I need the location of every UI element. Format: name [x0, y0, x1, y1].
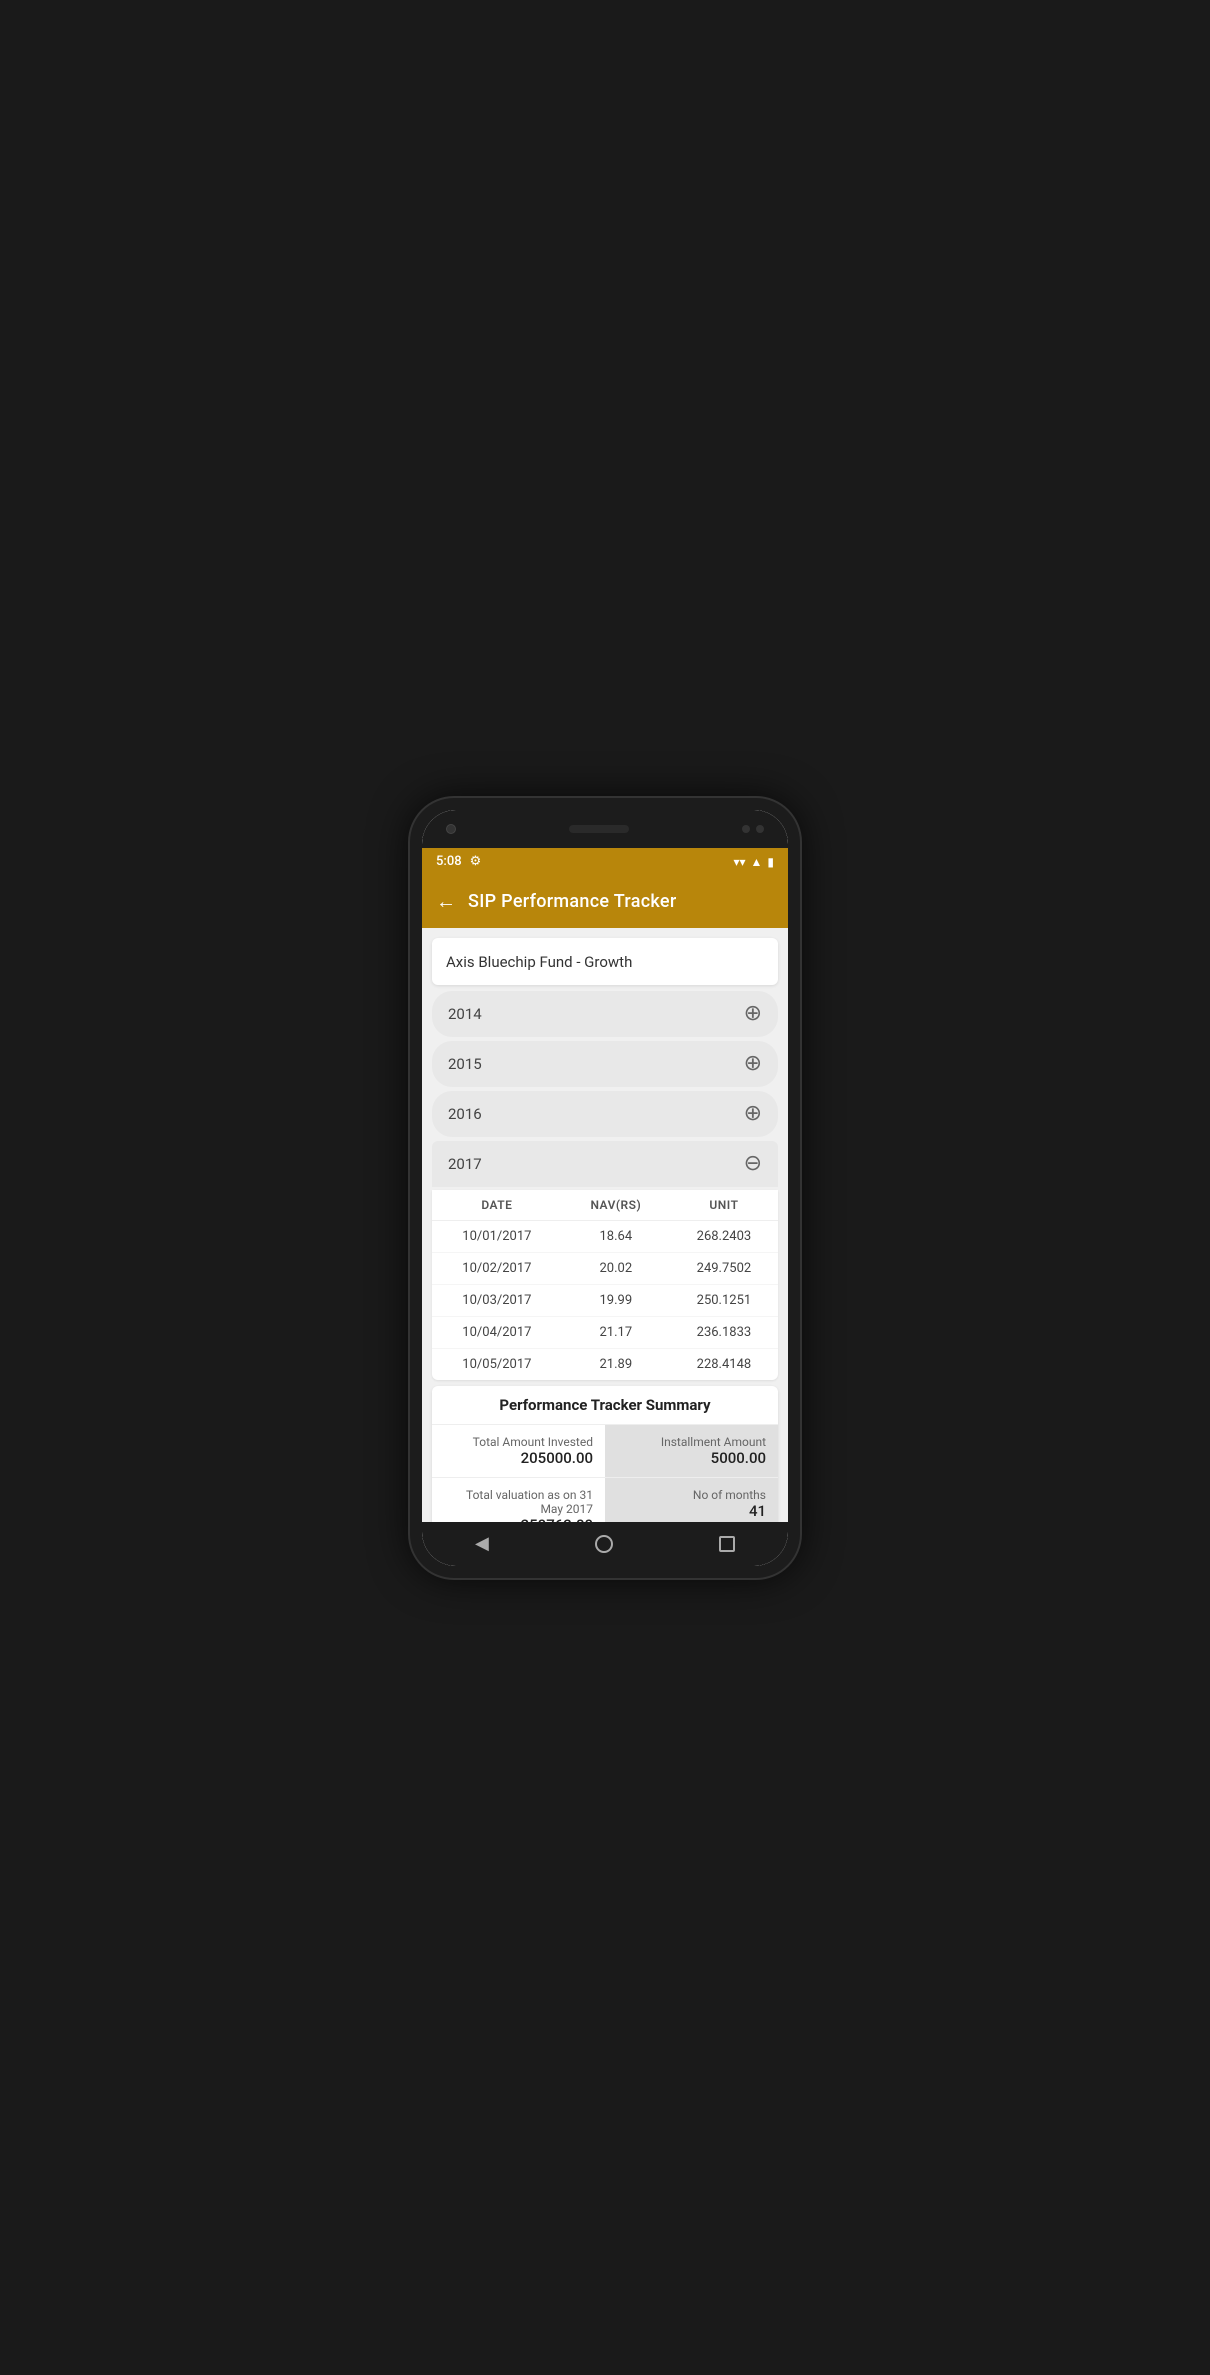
installment-value: 5000.00	[617, 1449, 766, 1467]
months-value: 41	[617, 1502, 766, 1520]
year-label-2015: 2015	[448, 1055, 482, 1073]
cell-unit-1: 249.7502	[670, 1261, 778, 1276]
year-header-2016[interactable]: 2016 ⊕	[432, 1091, 778, 1137]
installment-label: Installment Amount	[617, 1435, 766, 1449]
summary-section: Performance Tracker Summary Total Amount…	[432, 1386, 778, 1522]
cell-nav-2: 19.99	[562, 1293, 670, 1308]
table-row: 10/01/2017 18.64 268.2403	[432, 1221, 778, 1253]
settings-icon: ⚙	[470, 854, 482, 869]
nav-recent-button[interactable]	[719, 1536, 735, 1552]
year-header-2017[interactable]: 2017 ⊖	[432, 1141, 778, 1187]
summary-row-1: Total Amount Invested 205000.00 Installm…	[432, 1425, 778, 1478]
battery-icon: ▮	[767, 855, 774, 869]
cell-date-1: 10/02/2017	[432, 1261, 562, 1276]
summary-title: Performance Tracker Summary	[432, 1386, 778, 1425]
time-display: 5:08	[436, 854, 462, 869]
year-label-2014: 2014	[448, 1005, 482, 1023]
cell-nav-3: 21.17	[562, 1325, 670, 1340]
summary-cell-months: No of months 41	[605, 1478, 778, 1522]
col-header-date: DATE	[432, 1198, 562, 1212]
phone-inner: 5:08 ⚙ ▾▾ ▲ ▮ ← SIP Performance Tracker …	[422, 810, 788, 1566]
table-row: 10/03/2017 19.99 250.1251	[432, 1285, 778, 1317]
table-header-row: DATE NAV(Rs) UNIT	[432, 1190, 778, 1221]
fund-card: Axis Bluechip Fund - Growth	[432, 938, 778, 985]
cell-date-0: 10/01/2017	[432, 1229, 562, 1244]
col-header-unit: UNIT	[670, 1198, 778, 1212]
summary-row-2: Total valuation as on 31 May 2017 250762…	[432, 1478, 778, 1522]
data-table-2017: DATE NAV(Rs) UNIT 10/01/2017 18.64 268.2…	[432, 1190, 778, 1380]
main-content: Axis Bluechip Fund - Growth 2014 ⊕ 2015 …	[422, 928, 788, 1522]
collapse-icon-2017: ⊖	[744, 1153, 762, 1175]
year-section-2017: 2017 ⊖ DATE NAV(Rs) UNIT 10/01/2017 18.6…	[432, 1141, 778, 1380]
year-section-2014: 2014 ⊕	[432, 991, 778, 1037]
sensors	[742, 825, 764, 833]
cell-nav-1: 20.02	[562, 1261, 670, 1276]
expand-icon-2015: ⊕	[744, 1053, 762, 1075]
year-section-2015: 2015 ⊕	[432, 1041, 778, 1087]
cell-nav-0: 18.64	[562, 1229, 670, 1244]
total-invested-label: Total Amount Invested	[444, 1435, 593, 1449]
status-right: ▾▾ ▲ ▮	[733, 855, 774, 869]
phone-top-bezel	[422, 810, 788, 848]
sensor-dot-2	[756, 825, 764, 833]
speaker	[569, 825, 629, 833]
app-title: SIP Performance Tracker	[468, 891, 677, 912]
col-header-nav: NAV(Rs)	[562, 1198, 670, 1212]
cell-unit-2: 250.1251	[670, 1293, 778, 1308]
cell-nav-4: 21.89	[562, 1357, 670, 1372]
year-section-2016: 2016 ⊕	[432, 1091, 778, 1137]
cell-unit-3: 236.1833	[670, 1325, 778, 1340]
table-row: 10/02/2017 20.02 249.7502	[432, 1253, 778, 1285]
table-row: 10/05/2017 21.89 228.4148	[432, 1349, 778, 1380]
signal-icon: ▲	[751, 855, 763, 869]
cell-unit-4: 228.4148	[670, 1357, 778, 1372]
table-row: 10/04/2017 21.17 236.1833	[432, 1317, 778, 1349]
cell-unit-0: 268.2403	[670, 1229, 778, 1244]
total-invested-value: 205000.00	[444, 1449, 593, 1467]
status-left: 5:08 ⚙	[436, 854, 481, 869]
nav-back-button[interactable]: ◀	[475, 1533, 489, 1554]
cell-date-3: 10/04/2017	[432, 1325, 562, 1340]
sensor-dot	[742, 825, 750, 833]
table-rows-container: 10/01/2017 18.64 268.2403 10/02/2017 20.…	[432, 1221, 778, 1380]
back-button[interactable]: ←	[436, 889, 456, 914]
camera	[446, 824, 456, 834]
year-header-2014[interactable]: 2014 ⊕	[432, 991, 778, 1037]
year-label-2017: 2017	[448, 1155, 482, 1173]
nav-home-button[interactable]	[595, 1535, 613, 1553]
valuation-label: Total valuation as on 31 May 2017	[444, 1488, 593, 1516]
fund-name: Axis Bluechip Fund - Growth	[446, 953, 632, 971]
cell-date-2: 10/03/2017	[432, 1293, 562, 1308]
summary-cell-total-invested: Total Amount Invested 205000.00	[432, 1425, 605, 1477]
app-bar: ← SIP Performance Tracker	[422, 876, 788, 928]
bottom-nav: ◀	[422, 1522, 788, 1566]
year-header-2015[interactable]: 2015 ⊕	[432, 1041, 778, 1087]
wifi-icon: ▾▾	[733, 855, 745, 869]
year-label-2016: 2016	[448, 1105, 482, 1123]
expand-icon-2016: ⊕	[744, 1103, 762, 1125]
summary-cell-valuation: Total valuation as on 31 May 2017 250762…	[432, 1478, 605, 1522]
phone-shell: 5:08 ⚙ ▾▾ ▲ ▮ ← SIP Performance Tracker …	[410, 798, 800, 1578]
months-label: No of months	[617, 1488, 766, 1502]
status-bar: 5:08 ⚙ ▾▾ ▲ ▮	[422, 848, 788, 876]
valuation-value: 250762.00	[444, 1516, 593, 1522]
expand-icon-2014: ⊕	[744, 1003, 762, 1025]
cell-date-4: 10/05/2017	[432, 1357, 562, 1372]
summary-cell-installment: Installment Amount 5000.00	[605, 1425, 778, 1477]
